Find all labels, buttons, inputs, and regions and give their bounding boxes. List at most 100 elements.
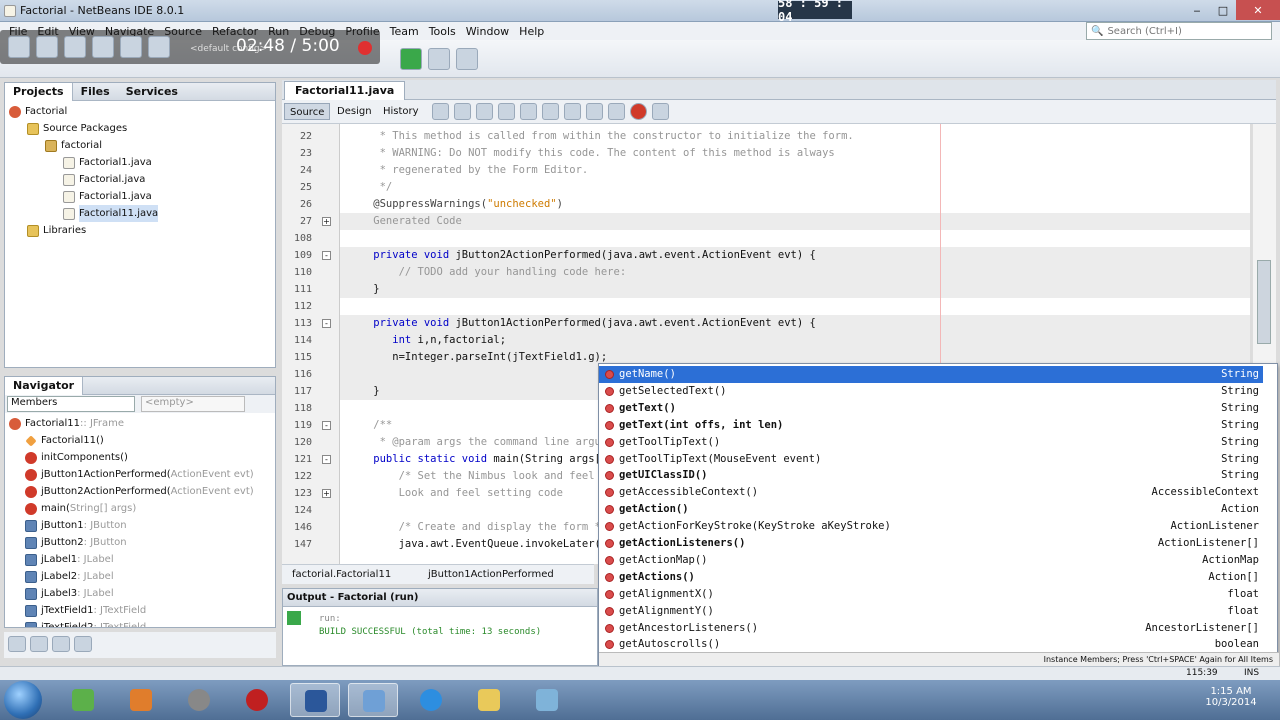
taskbar-notepad[interactable] <box>522 683 572 717</box>
completion-item[interactable]: getActions() Action[] <box>599 569 1263 586</box>
tab-design[interactable]: Design <box>332 103 377 120</box>
navigator-item[interactable]: jLabel1 : JLabel <box>9 551 271 568</box>
undo-icon[interactable] <box>120 36 142 58</box>
forward-icon[interactable] <box>454 103 471 120</box>
output-title[interactable]: Output - Factorial (run) <box>283 589 597 607</box>
completion-item[interactable]: getActionListeners() ActionListener[] <box>599 535 1263 552</box>
navigator-item[interactable]: jTextField1 : JTextField <box>9 602 271 619</box>
code-line[interactable] <box>340 298 1250 315</box>
completion-item[interactable]: getAccessibleContext() AccessibleContext <box>599 484 1263 501</box>
rerun-icon[interactable] <box>287 611 301 625</box>
search-input[interactable]: 🔍 Search (Ctrl+I) <box>1086 22 1272 40</box>
scroll-thumb[interactable] <box>1257 260 1271 344</box>
project-tree-item[interactable]: Factorial.java <box>9 171 271 188</box>
navigator-item[interactable]: jLabel3 : JLabel <box>9 585 271 602</box>
debug-icon[interactable] <box>428 48 450 70</box>
navigator-item[interactable]: jButton2ActionPerformed(ActionEvent evt) <box>9 483 271 500</box>
completion-item[interactable]: getActionForKeyStroke(KeyStroke aKeyStro… <box>599 518 1263 535</box>
tab-projects[interactable]: Projects <box>5 82 73 101</box>
shift-right-icon[interactable] <box>586 103 603 120</box>
completion-item[interactable]: getToolTipText() String <box>599 434 1263 451</box>
open-project-icon[interactable] <box>64 36 86 58</box>
completion-item[interactable]: getText() String <box>599 400 1263 417</box>
menu-help[interactable]: Help <box>514 25 549 38</box>
editor-tab-factorial11[interactable]: Factorial11.java <box>284 81 406 100</box>
filter-nonpublic-icon[interactable] <box>52 636 70 652</box>
fold-toggle-icon[interactable]: - <box>322 455 331 464</box>
navigator-item[interactable]: jTextField2 : JTextField <box>9 619 271 627</box>
stop-macro-icon[interactable] <box>652 103 669 120</box>
project-tree-item[interactable]: Factorial1.java <box>9 154 271 171</box>
project-tree-item[interactable]: Factorial11.java <box>9 205 271 222</box>
project-tree-item[interactable]: Libraries <box>9 222 271 239</box>
toggle-highlight-icon[interactable] <box>520 103 537 120</box>
maximize-button[interactable]: □ <box>1210 0 1236 20</box>
tab-services[interactable]: Services <box>118 83 186 101</box>
code-line[interactable]: private void jButton2ActionPerformed(jav… <box>340 247 1250 264</box>
taskbar-word[interactable] <box>290 683 340 717</box>
project-tree-item[interactable]: Source Packages <box>9 120 271 137</box>
taskbar-utorrent[interactable] <box>58 683 108 717</box>
completion-item[interactable]: getAncestorListeners() AncestorListener[] <box>599 620 1263 637</box>
completion-item[interactable]: getAutoscrolls() boolean <box>599 636 1263 653</box>
completion-item[interactable]: getText(int offs, int len) String <box>599 417 1263 434</box>
breadcrumb-method[interactable]: jButton1ActionPerformed <box>428 569 554 580</box>
taskbar-explorer[interactable] <box>464 683 514 717</box>
filter-select[interactable]: <empty> <box>141 396 245 412</box>
completion-item[interactable]: getAlignmentY() float <box>599 603 1263 620</box>
run-icon[interactable] <box>400 48 422 70</box>
navigator-item[interactable]: main(String[] args) <box>9 500 271 517</box>
record-icon[interactable] <box>358 41 372 55</box>
filter-static-icon[interactable] <box>30 636 48 652</box>
start-button[interactable] <box>4 681 42 719</box>
taskbar-recorder[interactable] <box>232 683 282 717</box>
fold-toggle-icon[interactable]: - <box>322 251 331 260</box>
project-tree-item[interactable]: Factorial <box>9 103 271 120</box>
completion-item[interactable]: getSelectedText() String <box>599 383 1263 400</box>
breadcrumb-class[interactable]: factorial.Factorial11 <box>292 569 391 580</box>
close-button[interactable]: ✕ <box>1236 0 1280 20</box>
filter-fields-icon[interactable] <box>8 636 26 652</box>
comment-icon[interactable] <box>608 103 625 120</box>
find-next-icon[interactable] <box>498 103 515 120</box>
code-line[interactable] <box>340 230 1250 247</box>
completion-item[interactable]: getUIClassID() String <box>599 467 1263 484</box>
code-completion-popup[interactable]: Instance Members; Press 'Ctrl+SPACE' Aga… <box>598 363 1279 667</box>
code-line[interactable]: * regenerated by the Form Editor. <box>340 162 1250 179</box>
taskbar-media[interactable] <box>116 683 166 717</box>
code-line[interactable]: } <box>340 281 1250 298</box>
minimize-button[interactable]: ‒ <box>1184 0 1210 20</box>
fold-toggle-icon[interactable]: - <box>322 319 331 328</box>
tab-navigator[interactable]: Navigator <box>5 377 84 395</box>
menu-window[interactable]: Window <box>461 25 514 38</box>
members-select[interactable]: Members <box>7 396 135 412</box>
code-line[interactable]: * WARNING: Do NOT modify this code. The … <box>340 145 1250 162</box>
start-macro-icon[interactable] <box>630 103 647 120</box>
code-line[interactable]: // TODO add your handling code here: <box>340 264 1250 281</box>
tray-clock[interactable]: 1:15 AM 10/3/2014 <box>1196 680 1266 720</box>
menu-team[interactable]: Team <box>385 25 424 38</box>
profile-icon[interactable] <box>456 48 478 70</box>
tab-history[interactable]: History <box>378 103 424 120</box>
completion-item[interactable]: getToolTipText(MouseEvent event) String <box>599 451 1263 468</box>
fold-toggle-icon[interactable]: + <box>322 217 331 226</box>
new-project-icon[interactable] <box>36 36 58 58</box>
code-line[interactable]: private void jButton1ActionPerformed(jav… <box>340 315 1250 332</box>
project-tree-item[interactable]: factorial <box>9 137 271 154</box>
completion-item[interactable]: getName() String <box>599 366 1263 383</box>
back-icon[interactable] <box>432 103 449 120</box>
tab-source[interactable]: Source <box>284 103 331 120</box>
code-line[interactable]: int i,n,factorial; <box>340 332 1250 349</box>
navigator-item[interactable]: initComponents() <box>9 449 271 466</box>
new-file-icon[interactable] <box>8 36 30 58</box>
taskbar-chrome[interactable] <box>406 683 456 717</box>
code-line[interactable]: */ <box>340 179 1250 196</box>
navigator-item[interactable]: jButton1ActionPerformed(ActionEvent evt) <box>9 466 271 483</box>
completion-item[interactable]: getActionMap() ActionMap <box>599 552 1263 569</box>
fold-toggle-icon[interactable]: - <box>322 421 331 430</box>
completion-item[interactable]: getAlignmentX() float <box>599 586 1263 603</box>
save-all-icon[interactable] <box>92 36 114 58</box>
navigator-item[interactable]: jButton2 : JButton <box>9 534 271 551</box>
code-line[interactable]: * This method is called from within the … <box>340 128 1250 145</box>
completion-item[interactable]: getAction() Action <box>599 501 1263 518</box>
